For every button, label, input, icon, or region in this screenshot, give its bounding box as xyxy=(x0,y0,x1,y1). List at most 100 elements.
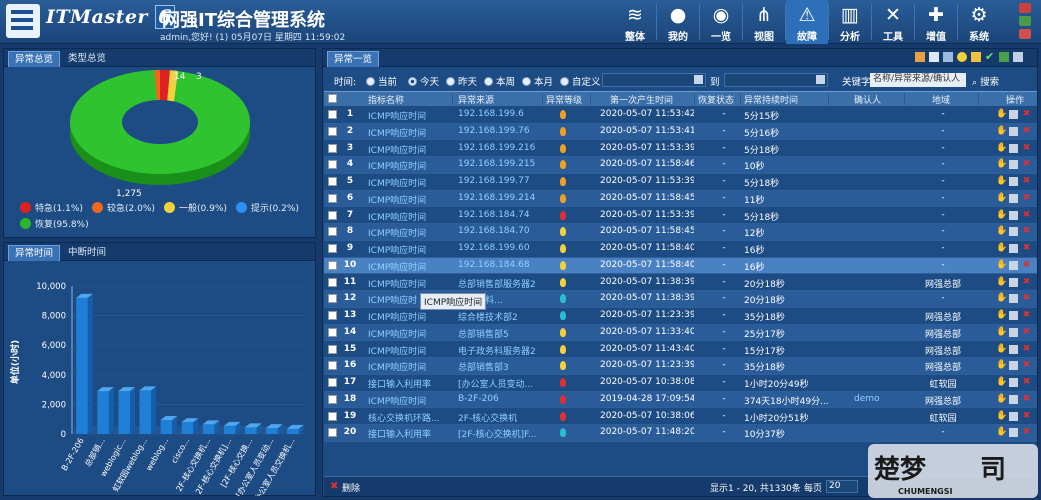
ack-user[interactable]: demo xyxy=(854,394,904,404)
nav-layers[interactable]: ≋ 整体 xyxy=(614,0,656,44)
edit-icon[interactable] xyxy=(1009,260,1018,270)
delete-icon[interactable]: ✖ xyxy=(1022,277,1031,287)
nav-globe[interactable]: ◉ 一览 xyxy=(700,0,742,44)
source-link[interactable]: B-2F-206 xyxy=(458,394,542,404)
source-link[interactable]: 192.168.199.76 xyxy=(458,126,542,136)
source-link[interactable]: 192.168.184.70 xyxy=(458,226,542,236)
metric-name-link[interactable]: ICMP响应时间 xyxy=(368,193,452,206)
bar[interactable] xyxy=(223,425,236,434)
edit-icon[interactable] xyxy=(1009,210,1018,220)
delete-icon[interactable]: ✖ xyxy=(1022,244,1031,253)
legend-recover[interactable]: 恢复(95.8%) xyxy=(20,217,89,230)
source-link[interactable]: 192.168.199.214 xyxy=(458,193,542,203)
col-duration[interactable]: 异常持续时间 xyxy=(744,93,798,106)
radio-month[interactable]: 本月 xyxy=(522,74,553,88)
legend-critical[interactable]: 特急(1.1%) xyxy=(20,201,83,214)
tab-alarm-overview[interactable]: 异常总览 xyxy=(8,51,61,67)
col-level[interactable]: 异常等级 xyxy=(546,93,582,106)
delete-icon[interactable]: ✖ xyxy=(1022,126,1031,136)
hand-icon[interactable]: ✋ xyxy=(996,378,1007,387)
source-link[interactable]: 192.168.199.215 xyxy=(458,159,542,169)
nav-warning[interactable]: ⚠ 故障 xyxy=(786,0,828,44)
metric-name-link[interactable]: ICMP响应时间 xyxy=(368,344,452,357)
bar[interactable] xyxy=(266,428,278,434)
source-link[interactable]: 总部销售部3 xyxy=(458,360,542,373)
tab-alarm-list[interactable]: 异常一览 xyxy=(327,51,380,67)
col-first-time[interactable]: 第一次产生时间 xyxy=(610,93,673,106)
table-row[interactable]: 3 ICMP响应时间 192.168.199.216 2020-05-07 11:53… xyxy=(324,140,1037,158)
delete-icon[interactable]: ✖ xyxy=(1022,260,1031,270)
row-checkbox[interactable] xyxy=(328,227,337,237)
hand-icon[interactable]: ✋ xyxy=(996,210,1007,220)
delete-icon[interactable]: ✖ xyxy=(1022,294,1031,303)
row-checkbox[interactable] xyxy=(328,294,337,304)
mail-icon[interactable] xyxy=(929,52,939,62)
source-link[interactable]: 总部销售部服务器2 xyxy=(458,277,542,290)
delete-icon[interactable]: ✖ xyxy=(1022,193,1031,203)
col-area[interactable]: 地域 xyxy=(932,93,950,106)
hand-icon[interactable]: ✋ xyxy=(996,277,1007,287)
monitor-icon[interactable] xyxy=(943,52,953,62)
excel-icon[interactable] xyxy=(999,52,1009,62)
hand-icon[interactable]: ✋ xyxy=(996,411,1007,421)
help-icon[interactable] xyxy=(1019,29,1031,39)
table-row[interactable]: 2 ICMP响应时间 192.168.199.76 2020-05-07 11:53:… xyxy=(324,123,1037,141)
edit-icon[interactable] xyxy=(1009,428,1018,438)
table-row[interactable]: 6 ICMP响应时间 192.168.199.214 2020-05-07 11:58… xyxy=(324,190,1037,208)
delete-button[interactable]: 删除 xyxy=(342,481,360,494)
hand-icon[interactable]: ✋ xyxy=(996,344,1007,354)
table-row[interactable]: 7 ICMP响应时间 192.168.184.74 2020-05-07 11:53:… xyxy=(324,207,1037,225)
row-checkbox[interactable] xyxy=(328,378,337,387)
row-checkbox[interactable] xyxy=(328,126,337,136)
bar[interactable] xyxy=(160,419,173,434)
hand-icon[interactable]: ✋ xyxy=(996,327,1007,337)
delete-icon[interactable]: ✖ xyxy=(1022,311,1031,320)
bar[interactable] xyxy=(97,391,109,434)
table-row[interactable]: 15 ICMP响应时间 电子政务科服务器2 2020-05-07 11:43:40 - 1… xyxy=(324,341,1037,359)
hand-icon[interactable]: ✋ xyxy=(996,244,1007,253)
source-link[interactable]: 电子政务科服务器2 xyxy=(458,344,542,357)
hand-icon[interactable]: ✋ xyxy=(996,361,1007,370)
bar[interactable] xyxy=(139,390,152,434)
hand-icon[interactable]: ✋ xyxy=(996,126,1007,136)
table-row[interactable]: 8 ICMP响应时间 192.168.184.70 2020-05-07 11:58:… xyxy=(324,224,1037,241)
radio-week[interactable]: 本周 xyxy=(484,74,515,88)
edit-icon[interactable] xyxy=(1009,294,1018,304)
table-row[interactable]: 9 ICMP响应时间 192.168.199.60 2020-05-07 11:58:… xyxy=(324,241,1037,258)
lock-icon[interactable] xyxy=(1019,16,1031,26)
close-icon[interactable] xyxy=(1019,3,1031,13)
metric-name-link[interactable]: ICMP响应时间 xyxy=(368,260,452,273)
legend-hint[interactable]: 提示(0.2%) xyxy=(236,201,299,214)
metric-name-link[interactable]: ICMP响应时间 xyxy=(368,394,452,407)
edit-icon[interactable] xyxy=(1009,411,1018,421)
metric-name-link[interactable]: ICMP响应时间 xyxy=(368,360,452,373)
radio-today[interactable]: 今天 xyxy=(408,74,439,88)
hand-icon[interactable]: ✋ xyxy=(996,260,1007,270)
row-checkbox[interactable] xyxy=(328,260,337,270)
edit-icon[interactable] xyxy=(1009,344,1018,354)
nav-tools[interactable]: ✕ 工具 xyxy=(872,0,914,44)
table-row[interactable]: 18 ICMP响应时间 B-2F-206 2019-04-28 17:09:54 - 37… xyxy=(324,391,1037,409)
row-checkbox[interactable] xyxy=(328,361,337,371)
edit-icon[interactable] xyxy=(1009,143,1018,153)
nav-network[interactable]: ⋔ 视图 xyxy=(743,0,785,44)
source-link[interactable]: 总部销售部5 xyxy=(458,327,542,340)
tab-alarm-time[interactable]: 异常时间 xyxy=(8,245,61,261)
hand-icon[interactable]: ✋ xyxy=(996,294,1007,303)
source-link[interactable]: 192.168.184.68 xyxy=(458,260,542,270)
table-row[interactable]: 5 ICMP响应时间 192.168.199.77 2020-05-07 11:53:… xyxy=(324,174,1037,191)
table-row[interactable]: 20 接口输入利用率 [2F-核心交换机]F... 2020-05-07 11:48:… xyxy=(324,425,1037,442)
delete-icon[interactable]: ✖ xyxy=(1022,143,1031,153)
source-link[interactable]: 192.168.199.216 xyxy=(458,143,542,153)
row-checkbox[interactable] xyxy=(328,311,337,320)
delete-icon[interactable]: ✖ xyxy=(1022,428,1031,437)
row-checkbox[interactable] xyxy=(328,394,337,404)
metric-name-link[interactable]: 接口输入利用率 xyxy=(368,377,452,390)
edit-icon[interactable] xyxy=(1009,227,1018,237)
col-source[interactable]: 异常来源 xyxy=(458,93,494,106)
row-checkbox[interactable] xyxy=(328,210,337,220)
row-checkbox[interactable] xyxy=(328,411,337,421)
table-row[interactable]: 16 ICMP响应时间 总部销售部3 2020-05-07 11:23:39 - 35分1… xyxy=(324,358,1037,375)
edit-icon[interactable] xyxy=(971,52,981,62)
per-page-select[interactable]: 20 xyxy=(826,480,858,493)
